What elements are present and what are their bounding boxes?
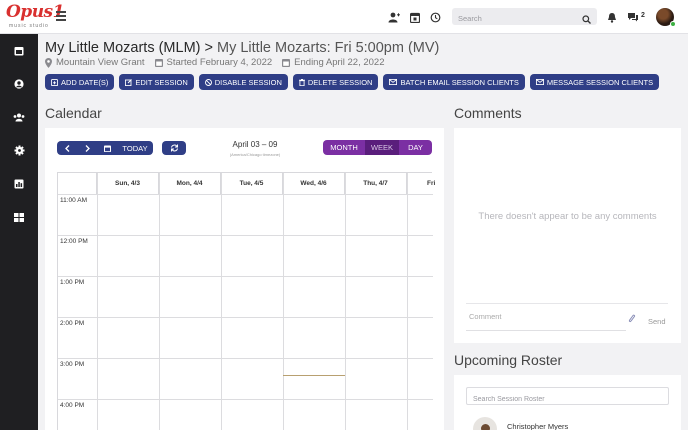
sidebar-users-icon[interactable] [11, 109, 27, 125]
session-title: My Little Mozarts: Fri 5:00pm (MV) [217, 40, 440, 56]
prev-week-button[interactable] [57, 141, 77, 155]
calendar-card: TODAY April 03 – 09 (America/Chicago tim… [45, 128, 444, 430]
delete-session-button[interactable]: DELETE SESSION [292, 74, 379, 90]
time-label: 11:00 AM [60, 197, 87, 204]
time-label: 2:00 PM [60, 320, 85, 327]
week-grid: Sun, 4/3 Mon, 4/4 Tue, 4/5 Wed, 4/6 Thu,… [57, 172, 435, 430]
roster-section-title: Upcoming Roster [454, 352, 563, 368]
trash-icon [298, 78, 305, 86]
calendar-nav: TODAY [57, 141, 153, 155]
batch-email-label: BATCH EMAIL SESSION CLIENTS [400, 77, 519, 87]
send-button[interactable]: Send [648, 317, 666, 326]
search-icon[interactable] [582, 11, 591, 29]
time-gutter-header [58, 173, 97, 194]
sidebar-grid-icon[interactable] [11, 209, 27, 225]
timezone-note: (America/Chicago timezone) [229, 152, 281, 157]
refresh-button[interactable] [162, 141, 186, 155]
edit-session-button[interactable]: EDIT SESSION [119, 74, 194, 90]
calendar-icon [103, 145, 111, 152]
day-view-button[interactable]: DAY [399, 140, 432, 155]
calendar-icon [282, 59, 291, 67]
online-status-dot [670, 21, 676, 27]
session-actions: ADD DATE(S) EDIT SESSION DISABLE SESSION… [45, 74, 664, 90]
delete-session-label: DELETE SESSION [307, 77, 373, 87]
messages-count: 2 [641, 12, 645, 19]
disable-session-button[interactable]: DISABLE SESSION [198, 74, 288, 90]
day-header-sun[interactable]: Sun, 4/3 [97, 173, 159, 194]
comment-input[interactable] [469, 312, 609, 321]
day-header-wed[interactable]: Wed, 4/6 [283, 173, 345, 194]
refresh-icon [170, 144, 178, 152]
time-label: 12:00 PM [60, 238, 88, 245]
sidebar-report-icon[interactable] [11, 176, 27, 192]
location-text: Mountain View Grant [56, 57, 145, 68]
roster-search-box [466, 387, 669, 408]
calendar-section-title: Calendar [45, 105, 102, 121]
comments-empty-text: There doesn't appear to be any comments [478, 211, 657, 222]
time-label: 1:00 PM [60, 279, 85, 286]
day-header-mon[interactable]: Mon, 4/4 [159, 173, 221, 194]
search-input[interactable] [452, 10, 572, 27]
search-box [452, 8, 597, 27]
message-clients-button[interactable]: MESSAGE SESSION CLIENTS [529, 74, 660, 90]
menu-icon[interactable] [56, 11, 66, 21]
sidebar-user-icon[interactable] [11, 76, 27, 92]
logo[interactable]: Opus1 music studio [6, 2, 64, 30]
calendar-plus-icon [51, 78, 58, 86]
sidebar [0, 34, 38, 430]
edit-session-label: EDIT SESSION [135, 77, 188, 87]
bell-icon[interactable] [605, 10, 619, 24]
day-header-tue[interactable]: Tue, 4/5 [221, 173, 283, 194]
view-toggle: MONTH WEEK DAY [323, 140, 432, 155]
calendar-icon [154, 59, 163, 67]
roster-card: Christopher Myers [454, 375, 681, 430]
session-meta: Mountain View Grant Started February 4, … [45, 57, 395, 68]
disable-icon [204, 78, 212, 86]
time-label: 3:00 PM [60, 361, 85, 368]
comments-card: There doesn't appear to be any comments … [454, 128, 681, 343]
date-range: April 03 – 09 [232, 140, 278, 149]
client-avatar[interactable] [473, 417, 497, 430]
time-label: 4:00 PM [60, 402, 85, 409]
edit-icon [125, 78, 133, 86]
top-bar: Opus1 music studio 2 [0, 0, 688, 34]
add-user-icon[interactable] [387, 10, 401, 24]
day-header-thu[interactable]: Thu, 4/7 [345, 173, 407, 194]
day-header-fri[interactable]: Fri [407, 173, 444, 194]
paperclip-icon[interactable] [628, 311, 636, 329]
breadcrumb-parent[interactable]: My Little Mozarts (MLM) > [45, 40, 217, 56]
envelope-icon [535, 79, 544, 85]
calendar-icon[interactable] [408, 10, 422, 24]
add-dates-label: ADD DATE(S) [61, 77, 109, 87]
comments-section-title: Comments [454, 105, 522, 121]
end-date-text: Ending April 22, 2022 [294, 57, 385, 68]
chat-icon[interactable] [626, 10, 640, 24]
add-dates-button[interactable]: ADD DATE(S) [45, 74, 115, 90]
comment-composer [466, 303, 668, 323]
chevron-right-icon [85, 144, 90, 152]
page-title: My Little Mozarts (MLM) > My Little Moza… [45, 40, 439, 56]
batch-email-button[interactable]: BATCH EMAIL SESSION CLIENTS [383, 74, 525, 90]
message-clients-label: MESSAGE SESSION CLIENTS [546, 77, 654, 87]
location-pin-icon [45, 57, 52, 68]
sidebar-calendar-icon[interactable] [11, 43, 27, 59]
week-view-button[interactable]: WEEK [365, 140, 399, 155]
disable-session-label: DISABLE SESSION [214, 77, 282, 87]
client-name[interactable]: Christopher Myers [507, 422, 568, 430]
history-icon[interactable] [428, 10, 442, 24]
logo-subtitle: music studio [9, 23, 49, 29]
month-view-button[interactable]: MONTH [323, 140, 365, 155]
roster-search-input[interactable] [467, 391, 662, 408]
envelope-icon [389, 79, 398, 85]
user-avatar[interactable] [656, 8, 676, 27]
current-time-indicator [283, 375, 345, 376]
date-picker-button[interactable] [97, 141, 117, 155]
start-date-text: Started February 4, 2022 [166, 57, 273, 68]
today-button[interactable]: TODAY [117, 141, 153, 155]
chevron-left-icon [64, 144, 69, 152]
sidebar-gear-icon[interactable] [11, 142, 27, 158]
next-week-button[interactable] [77, 141, 97, 155]
